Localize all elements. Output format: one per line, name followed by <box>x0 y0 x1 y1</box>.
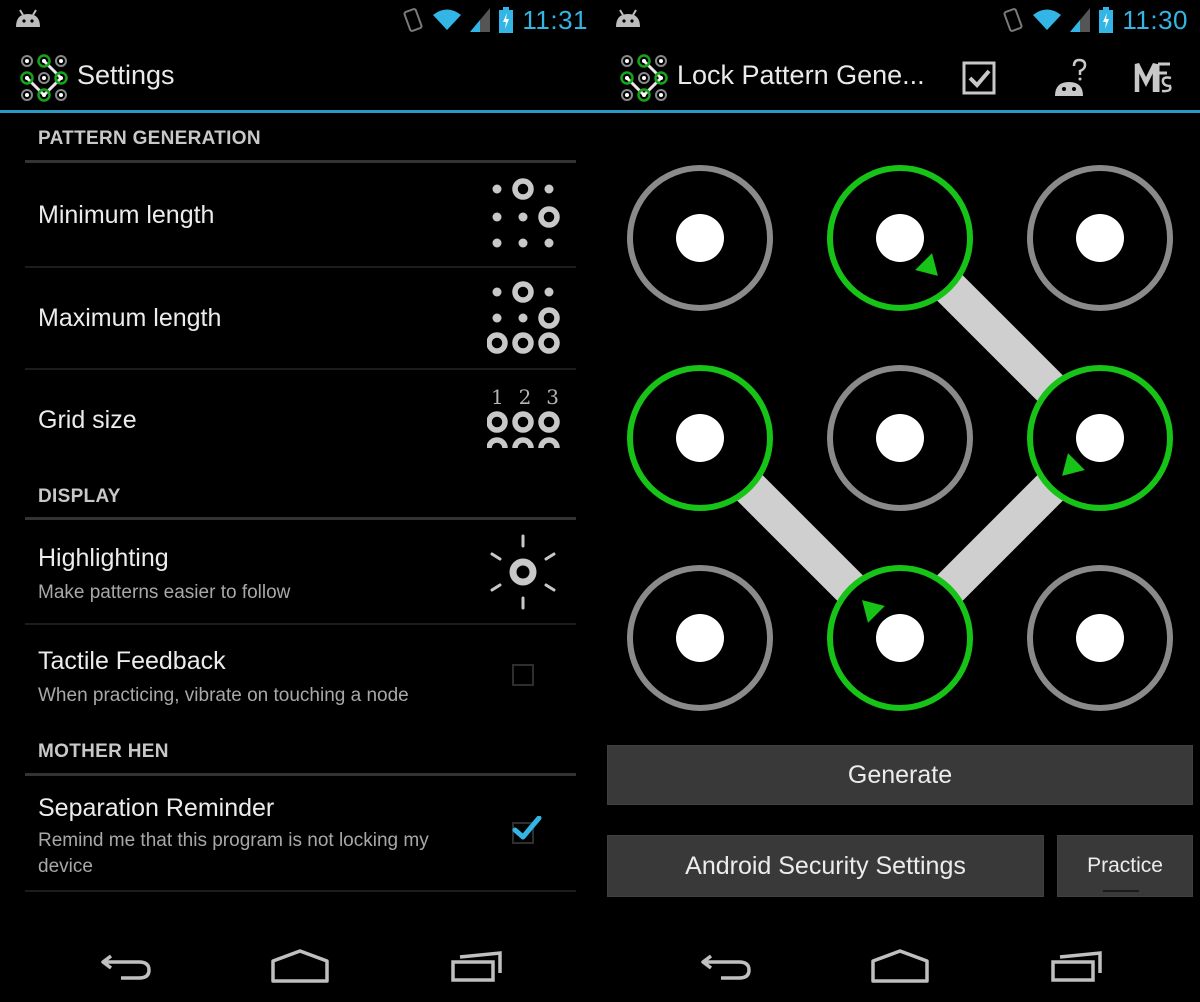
node-dot <box>1076 214 1124 262</box>
node-dot <box>876 214 924 262</box>
back-icon <box>701 954 751 980</box>
grid-size-icon: 1 2 3 <box>486 385 567 452</box>
mfs-icon <box>1134 62 1172 93</box>
generate-button[interactable]: Generate <box>607 745 1193 805</box>
pref-title: Separation Reminder <box>38 794 275 822</box>
wifi-icon <box>433 9 462 30</box>
pref-title: Tactile Feedback <box>38 647 226 675</box>
navigation-bar <box>600 930 1200 1002</box>
back-button[interactable] <box>686 942 766 990</box>
pref-title: Maximum length <box>38 304 222 332</box>
practice-indicator <box>1103 890 1139 892</box>
android-notification-icon <box>16 9 40 27</box>
generate-button-label: Generate <box>847 760 953 789</box>
home-button[interactable] <box>260 942 340 990</box>
brightness-icon <box>490 534 556 610</box>
navigation-bar <box>0 930 600 1002</box>
help-action-button[interactable] <box>1046 54 1094 102</box>
status-bar: 11:30 <box>600 0 1200 40</box>
action-bar: Lock Pattern Gene... <box>600 40 1200 110</box>
section-divider <box>25 517 576 520</box>
status-time: 11:30 <box>1122 4 1188 35</box>
practice-button-label: Practice <box>1087 854 1163 877</box>
pref-minimum-length[interactable]: Minimum length <box>25 165 576 265</box>
lock-pattern-app-icon[interactable] <box>18 52 70 104</box>
home-button[interactable] <box>860 942 940 990</box>
row-divider <box>25 890 576 892</box>
signal-icon <box>1070 8 1091 32</box>
pref-grid-size[interactable]: Grid size 1 2 3 <box>25 370 576 470</box>
action-bar-divider <box>600 110 1200 113</box>
back-icon <box>101 954 151 980</box>
section-header-pattern-generation: PATTERN GENERATION <box>38 128 261 149</box>
battery-charging-icon <box>499 7 514 33</box>
signal-icon <box>470 8 491 32</box>
pref-summary: Remind me that this program is not locki… <box>38 830 429 877</box>
pref-title: Grid size <box>38 406 137 434</box>
node-dot <box>876 614 924 662</box>
section-header-display: DISPLAY <box>38 486 121 507</box>
lock-pattern-app-icon[interactable] <box>618 52 670 104</box>
section-divider <box>25 160 576 163</box>
action-bar: Settings <box>0 40 600 110</box>
node-dot <box>676 614 724 662</box>
pref-summary: When practicing, vibrate on touching a n… <box>38 685 409 706</box>
node-dot <box>1076 414 1124 462</box>
pref-separation-reminder[interactable]: Separation Reminder Remind me that this … <box>25 778 576 890</box>
settings-screen: 11:31 Settings PATTERN GENERATION Minimu… <box>0 0 600 1002</box>
lock-pattern-grid[interactable] <box>600 130 1200 730</box>
pref-tactile-feedback[interactable]: Tactile Feedback When practicing, vibrat… <box>25 625 576 725</box>
home-icon <box>871 949 929 983</box>
recent-apps-button[interactable] <box>1038 942 1118 990</box>
checkbox-action-icon <box>962 61 996 95</box>
grid-label: 2 <box>518 385 532 409</box>
checkbox-action-button[interactable] <box>956 54 1004 102</box>
battery-charging-icon <box>1099 7 1114 33</box>
generator-screen: 11:30 Lock Pattern Gene... Generate Andr… <box>600 0 1200 1002</box>
wifi-icon <box>1033 9 1062 30</box>
pref-highlighting[interactable]: Highlighting Make patterns easier to fol… <box>25 522 576 622</box>
page-title: Settings <box>77 60 175 90</box>
back-button[interactable] <box>86 942 166 990</box>
tactile-feedback-checkbox[interactable] <box>512 664 534 686</box>
grid-label: 3 <box>546 385 559 409</box>
android-security-settings-button[interactable]: Android Security Settings <box>607 835 1044 897</box>
recent-apps-button[interactable] <box>438 942 518 990</box>
section-header-mother-hen: MOTHER HEN <box>38 741 169 762</box>
rotation-lock-icon <box>403 8 423 32</box>
section-divider <box>25 773 576 776</box>
pref-maximum-length[interactable]: Maximum length <box>25 268 576 368</box>
separation-reminder-checkbox[interactable] <box>512 816 542 844</box>
status-bar: 11:31 <box>0 0 600 40</box>
checkmark-icon <box>512 816 542 840</box>
node-dot <box>876 414 924 462</box>
android-notification-icon <box>616 9 640 27</box>
recent-apps-icon <box>451 951 502 982</box>
android-security-settings-label: Android Security Settings <box>685 851 966 880</box>
grid-circles <box>486 411 560 449</box>
max-length-pattern-icon <box>487 281 560 354</box>
pref-title: Minimum length <box>38 201 215 229</box>
android-help-icon <box>1055 58 1087 96</box>
pref-title: Highlighting <box>38 544 169 572</box>
rotation-lock-icon <box>1003 8 1023 32</box>
practice-button[interactable]: Practice <box>1057 835 1193 897</box>
node-dot <box>676 214 724 262</box>
recent-apps-icon <box>1051 951 1102 982</box>
min-length-pattern-icon <box>492 178 560 248</box>
mfs-action-button[interactable] <box>1130 54 1178 102</box>
grid-label: 1 <box>491 385 504 409</box>
node-dot <box>1076 614 1124 662</box>
action-bar-divider <box>0 110 600 113</box>
node-dot <box>676 414 724 462</box>
pref-summary: Make patterns easier to follow <box>38 582 291 603</box>
status-time: 11:31 <box>522 4 588 35</box>
page-title: Lock Pattern Gene... <box>677 60 925 90</box>
home-icon <box>271 949 329 983</box>
